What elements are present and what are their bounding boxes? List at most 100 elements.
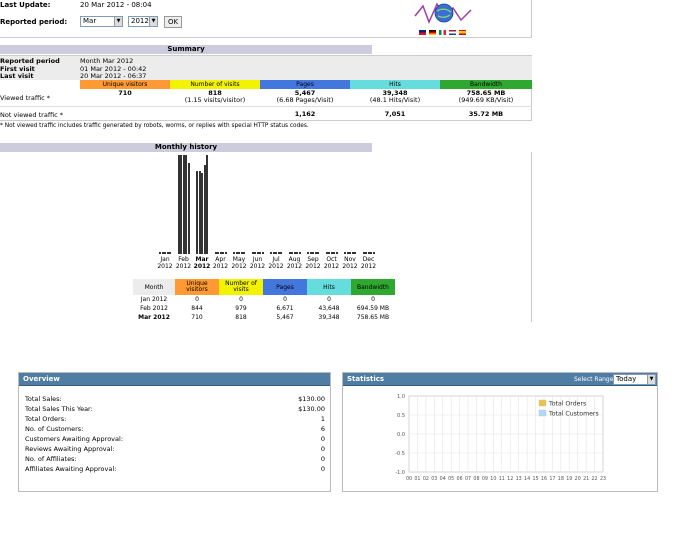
x-tick-label: 17 bbox=[549, 476, 555, 482]
select-range-label: Select Range: bbox=[574, 376, 616, 383]
month-label: Nov 2012 bbox=[342, 256, 358, 270]
x-tick-label: 22 bbox=[592, 476, 598, 482]
overview-label: Total Orders: bbox=[25, 415, 67, 423]
history-col-bandwidth: Bandwidth bbox=[351, 279, 395, 295]
x-tick-label: 20 bbox=[575, 476, 581, 482]
history-bar bbox=[298, 252, 301, 254]
not-viewed-bandwidth: 35.72 MB bbox=[468, 110, 504, 118]
overview-value: 0 bbox=[320, 435, 325, 443]
table-row: Mar 2012 710 818 5,467 39,348 758.65 MB bbox=[138, 314, 390, 321]
x-tick-label: 09 bbox=[482, 476, 488, 482]
overview-row: Customers Awaiting Approval: 0 bbox=[25, 435, 325, 443]
overview-value: $130.00 bbox=[298, 395, 325, 403]
history-bar bbox=[335, 252, 338, 254]
history-bar bbox=[187, 163, 190, 254]
summary-row-value: Month Mar 2012 bbox=[80, 57, 134, 65]
month-label: Jul 2012 bbox=[268, 256, 284, 270]
summary-row-label: Last visit bbox=[0, 72, 34, 80]
overview-label: No. of Customers: bbox=[25, 425, 84, 433]
overview-value: 6 bbox=[320, 425, 325, 433]
overview-label: Total Sales This Year: bbox=[25, 405, 93, 413]
x-tick-label: 11 bbox=[499, 476, 505, 482]
month-label: Sep 2012 bbox=[305, 256, 321, 270]
chevron-down-icon: ▼ bbox=[114, 17, 122, 26]
overview-value: 0 bbox=[320, 465, 325, 473]
viewed-visits-sub: (1.15 visits/visitor) bbox=[184, 96, 246, 104]
month-label: Jun 2012 bbox=[249, 256, 266, 270]
legend-label: Total Orders bbox=[548, 401, 586, 408]
viewed-traffic-label: Viewed traffic * bbox=[0, 94, 50, 102]
month-select[interactable]: Mar ▼ bbox=[80, 16, 123, 27]
summary-row-label: Reported period bbox=[0, 57, 60, 65]
last-update-value: 20 Mar 2012 - 08:04 bbox=[80, 1, 152, 9]
x-tick-label: 07 bbox=[465, 476, 471, 482]
history-bar bbox=[317, 252, 320, 254]
overview-label: No. of Affiliates: bbox=[25, 455, 77, 463]
flag-es-icon[interactable] bbox=[459, 30, 466, 35]
overview-value: 1 bbox=[320, 415, 325, 423]
legend-label: Total Customers bbox=[548, 411, 599, 418]
flag-nl-icon[interactable] bbox=[449, 30, 456, 35]
y-tick-label: -1.0 bbox=[395, 470, 405, 476]
flag-en-icon[interactable] bbox=[419, 30, 426, 35]
flag-de-icon[interactable] bbox=[429, 30, 436, 35]
table-row: Feb 2012 844 979 6,671 43,648 694.59 MB bbox=[140, 305, 390, 312]
x-tick-label: 19 bbox=[566, 476, 572, 482]
month-label: Mar 2012 bbox=[193, 256, 211, 270]
x-tick-label: 18 bbox=[558, 476, 564, 482]
overview-panel: Overview Total Sales: $130.00 Total Sales … bbox=[18, 372, 331, 492]
summary-row-value: 20 Mar 2012 - 06:37 bbox=[80, 72, 147, 80]
month-label: Aug 2012 bbox=[286, 256, 303, 270]
col-pages: Pages bbox=[260, 80, 350, 89]
history-bar bbox=[224, 252, 227, 254]
x-tick-label: 05 bbox=[448, 476, 454, 482]
overview-row: No. of Customers: 6 bbox=[25, 425, 325, 433]
history-table: Month Unique visitors Number of visits P… bbox=[133, 279, 395, 322]
monthly-bar-chart bbox=[156, 155, 378, 254]
not-viewed-pages: 1,162 bbox=[294, 110, 316, 118]
history-bar bbox=[169, 252, 172, 254]
y-tick-label: -0.5 bbox=[395, 451, 405, 457]
statistics-panel: Statistics Select Range: Today ▼ 1.0 0.5 0.… bbox=[342, 372, 658, 492]
month-label: Dec 2012 bbox=[360, 256, 377, 270]
x-tick-label: 00 bbox=[406, 476, 412, 482]
range-select[interactable]: Today ▼ bbox=[613, 374, 656, 385]
month-label: Oct 2012 bbox=[323, 256, 340, 270]
x-tick-label: 10 bbox=[490, 476, 496, 482]
col-hits: Hits bbox=[350, 80, 440, 89]
y-tick-label: 0.0 bbox=[397, 432, 405, 438]
reported-period-label: Reported period: bbox=[0, 18, 68, 26]
x-tick-label: 04 bbox=[440, 476, 446, 482]
month-label: Jan 2012 bbox=[157, 256, 173, 270]
history-col-pages: Pages bbox=[263, 279, 307, 295]
history-col-unique-visitors: Unique visitors bbox=[175, 279, 219, 295]
ok-button[interactable]: OK bbox=[164, 16, 182, 28]
overview-label: Reviews Awaiting Approval: bbox=[25, 445, 115, 453]
viewed-pages-sub: (6.68 Pages/Visit) bbox=[276, 96, 334, 104]
history-bar bbox=[206, 155, 209, 254]
flag-it-icon[interactable] bbox=[439, 30, 446, 35]
history-bar bbox=[280, 252, 283, 254]
overview-value: 0 bbox=[320, 445, 325, 453]
x-tick-label: 01 bbox=[414, 476, 420, 482]
col-number-of-visits: Number of visits bbox=[170, 80, 260, 89]
x-tick-label: 16 bbox=[541, 476, 547, 482]
table-row: Jan 2012 0 0 0 0 0 bbox=[140, 296, 375, 303]
overview-value: $130.00 bbox=[298, 405, 325, 413]
x-tick-label: 14 bbox=[524, 476, 530, 482]
overview-row: Reviews Awaiting Approval: 0 bbox=[25, 445, 325, 453]
history-bar bbox=[354, 252, 357, 254]
awstats-logo-icon bbox=[414, 2, 472, 24]
legend-swatch bbox=[538, 399, 547, 407]
overview-title: Overview bbox=[19, 373, 330, 386]
statistics-title: Statistics bbox=[347, 375, 385, 383]
overview-label: Customers Awaiting Approval: bbox=[25, 435, 124, 443]
history-col-month: Month bbox=[133, 279, 175, 295]
x-tick-label: 06 bbox=[457, 476, 463, 482]
overview-row: Affiliates Awaiting Approval: 0 bbox=[25, 465, 325, 473]
y-tick-label: 0.5 bbox=[397, 413, 405, 419]
history-bar bbox=[243, 252, 246, 254]
history-bar bbox=[372, 252, 375, 254]
year-select[interactable]: 2012 ▼ bbox=[128, 16, 158, 27]
month-label: Apr 2012 bbox=[212, 256, 229, 270]
